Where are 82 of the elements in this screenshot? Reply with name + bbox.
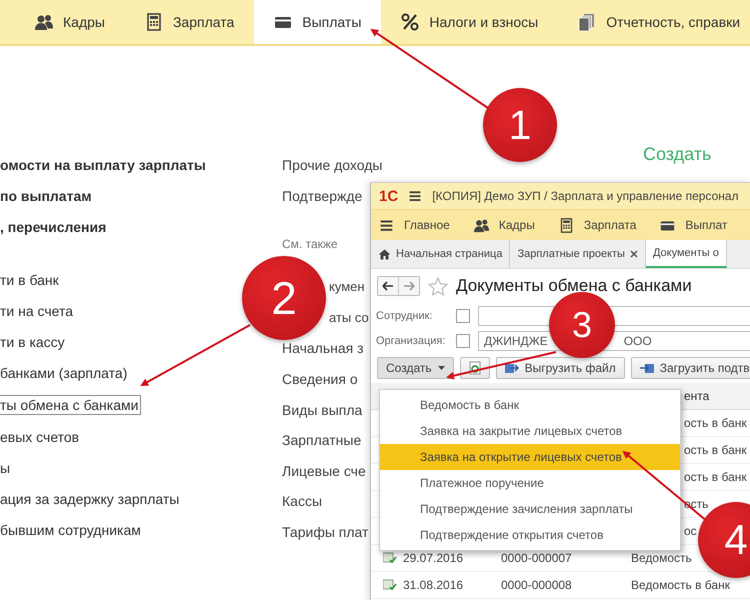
menu-link[interactable]: банками (зарплата)	[0, 364, 130, 382]
field-label: Сотрудник:	[376, 310, 434, 322]
menu-link[interactable]: кумен	[329, 278, 365, 296]
menu-item[interactable]: Заявка на закрытие лицевых счетов	[380, 418, 680, 444]
section-tab[interactable]: Зарплата	[124, 0, 254, 44]
section-heading: омости на выплату зарплаты	[0, 156, 207, 174]
export-button[interactable]: Выгрузить файл	[496, 357, 625, 379]
table-cell-text: ость в банк	[683, 470, 748, 484]
table-cell-text: Ведомость	[631, 551, 693, 565]
calculator-icon	[144, 13, 163, 31]
table-cell: 31.08.2016	[403, 578, 464, 592]
checkbox[interactable]	[456, 308, 470, 322]
section-tab[interactable]: Выплаты	[254, 0, 382, 44]
people-icon	[474, 218, 489, 232]
table-cell-text: ос	[683, 524, 698, 538]
section-heading: См. также	[282, 236, 338, 254]
documents-icon	[578, 13, 596, 31]
step-number: 2	[242, 256, 326, 340]
table-cell-text: Ведомость в банк	[631, 578, 731, 592]
forward-icon	[403, 281, 415, 291]
menu-link[interactable]: евых счетов	[0, 428, 82, 446]
menu-link[interactable]: ты обмена с банками	[0, 395, 142, 415]
table-cell: 0000-000007	[501, 551, 572, 565]
home-icon	[378, 248, 391, 260]
menu-link[interactable]: Кассы	[282, 492, 322, 510]
section-link[interactable]: Главное	[379, 218, 450, 232]
menu-icon	[379, 218, 394, 232]
people-icon	[35, 13, 53, 31]
table-cell-text: ость в банк	[683, 416, 748, 430]
back-icon	[382, 281, 394, 291]
table-cell-text: ость в банк	[683, 443, 748, 457]
document-icon	[383, 579, 397, 591]
menu-icon	[408, 189, 422, 203]
column-header: ента	[683, 389, 710, 403]
caret-icon	[438, 366, 445, 370]
menu-link[interactable]: Подтвержде	[282, 186, 362, 205]
section-link[interactable]: Выплат	[660, 218, 728, 232]
menu-link[interactable]: аты со	[329, 308, 369, 327]
import-button[interactable]: Загрузить подтв	[630, 357, 750, 379]
section-heading: по выплатам	[0, 187, 93, 205]
section-link[interactable]: Кадры	[474, 218, 535, 232]
menu-link[interactable]: Сведения о	[282, 370, 358, 388]
menu-item[interactable]: Заявка на открытие лицевых счетов	[380, 444, 680, 470]
document-icon	[383, 552, 397, 564]
window-title: [КОПИЯ] Демо ЗУП / Зарплата и управление персонал	[432, 189, 739, 203]
calculator-icon	[558, 218, 574, 232]
menu-link[interactable]: бывшим сотрудникам	[0, 521, 143, 539]
export-icon	[504, 362, 519, 374]
menu-link[interactable]: Прочие доходы	[282, 156, 382, 174]
section-tab[interactable]: Отчетность, справки	[558, 0, 740, 44]
section-tab[interactable]: Кадры	[15, 0, 125, 44]
percent-icon	[401, 13, 420, 31]
page-tab[interactable]: Документы о	[646, 240, 727, 268]
star-icon[interactable]	[428, 276, 448, 296]
close-icon[interactable]	[630, 250, 638, 258]
table-cell: 29.07.2016	[403, 551, 464, 565]
menu-link[interactable]: ти на счета	[0, 302, 76, 320]
import-icon	[640, 362, 654, 374]
app-logo: 1С	[379, 188, 398, 204]
create-button[interactable]: Создать	[377, 357, 454, 379]
menu-link[interactable]: Зарплатные	[282, 431, 362, 450]
menu-link[interactable]: ти в кассу	[0, 333, 67, 351]
section-link[interactable]: Зарплата	[558, 218, 636, 232]
menu-link[interactable]: ы	[0, 459, 12, 477]
step-number: 1	[483, 88, 557, 162]
menu-link[interactable]: Тарифы плат	[282, 522, 368, 541]
menu-link[interactable]: ти в банк	[0, 271, 61, 289]
table-cell: 0000-000008	[501, 578, 572, 592]
menu-link[interactable]: ация за задержку зарплаты	[0, 490, 182, 508]
refresh-button[interactable]	[460, 357, 490, 379]
menu-link[interactable]: Лицевые сче	[282, 462, 366, 480]
checkbox[interactable]	[456, 334, 470, 348]
menu-link[interactable]: Начальная з	[282, 339, 364, 358]
page-tab[interactable]: Начальная страница	[371, 240, 510, 268]
menu-link[interactable]: Виды выпла	[282, 400, 362, 419]
section-tab[interactable]: Налоги и взносы	[381, 0, 558, 44]
menu-item[interactable]: Ведомость в банк	[380, 392, 680, 418]
field-label: Организация:	[376, 334, 446, 346]
menu-item[interactable]: Подтверждение открытия счетов	[380, 522, 680, 548]
menu-item[interactable]: Платежное поручение	[380, 470, 680, 496]
menu-item[interactable]: Подтверждение зачисления зарплаты	[380, 496, 680, 522]
section-heading: , перечисления	[0, 218, 108, 236]
